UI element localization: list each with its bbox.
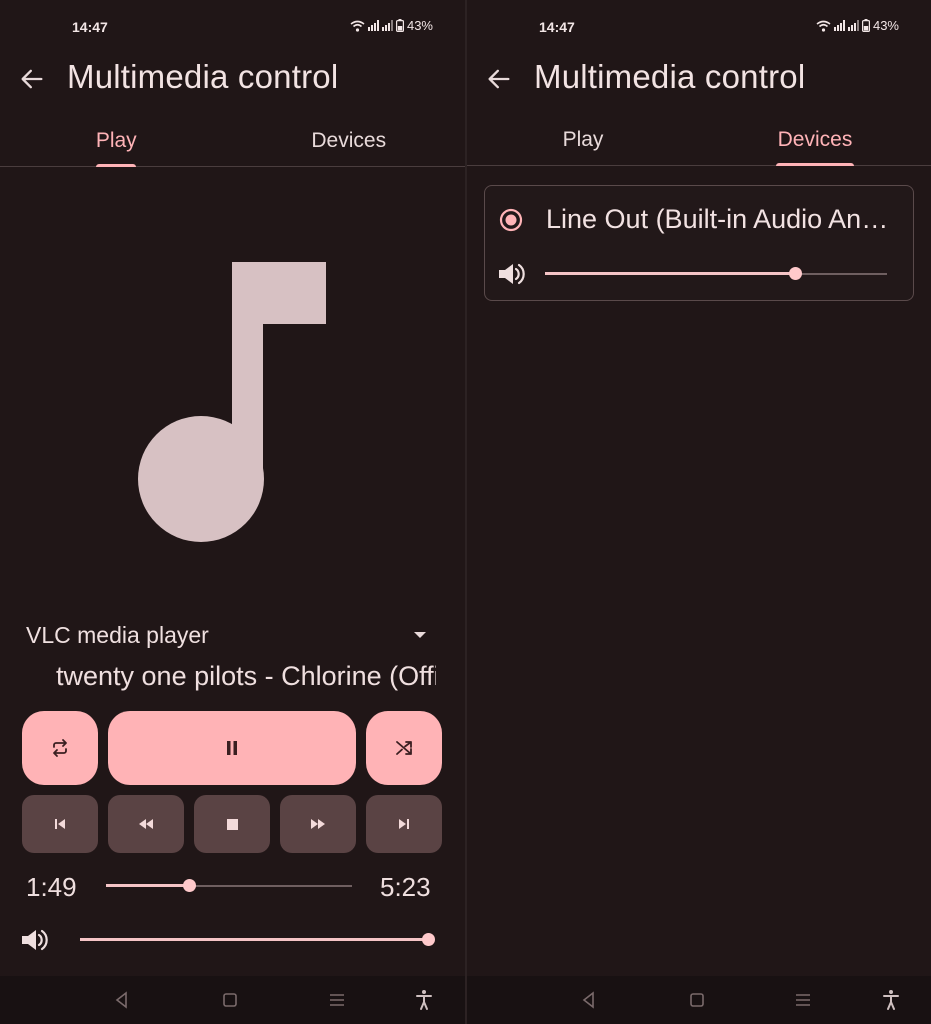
volume-icon[interactable] — [18, 924, 50, 956]
back-arrow-icon[interactable] — [485, 65, 513, 93]
page-title: Multimedia control — [534, 58, 806, 95]
tab-play[interactable]: Play — [467, 119, 699, 165]
status-bar: 14:47 43% — [467, 18, 931, 38]
battery-icon — [861, 19, 870, 32]
seek-slider[interactable] — [106, 876, 352, 896]
system-nav-bar — [0, 976, 465, 1024]
volume-thumb[interactable] — [422, 933, 435, 946]
nav-recents-icon[interactable] — [791, 988, 815, 1012]
nav-home-icon[interactable] — [685, 988, 709, 1012]
tab-indicator — [776, 163, 854, 166]
tab-devices-label: Devices — [311, 129, 387, 152]
status-time: 14:47 — [539, 19, 575, 35]
skip-previous-icon — [55, 819, 65, 829]
device-card: Line Out (Built-in Audio Analog Stereo) — [484, 185, 914, 301]
status-bar: 14:47 43% — [0, 18, 465, 38]
shuffle-icon — [396, 741, 412, 755]
elapsed-time: 1:49 — [26, 872, 77, 902]
signal-icon-2 — [847, 20, 859, 31]
seek-fill — [106, 884, 189, 887]
battery-percent: 43% — [872, 18, 899, 33]
accessibility-icon[interactable] — [412, 988, 436, 1012]
tab-bar: Play Devices — [467, 119, 931, 166]
page-title: Multimedia control — [67, 58, 339, 95]
tab-devices[interactable]: Devices — [233, 120, 466, 166]
dropdown-arrow-icon — [414, 632, 426, 638]
volume-fill — [80, 938, 428, 941]
duration-time: 5:23 — [380, 872, 431, 902]
back-arrow-icon[interactable] — [18, 65, 46, 93]
track-title: twenty one pilots - Chlorine (Official V… — [56, 661, 436, 691]
stop-button[interactable] — [194, 795, 270, 853]
devices-screen: 14:47 43% Multimedia control Play Device… — [467, 0, 931, 1024]
app-bar: Multimedia control — [467, 56, 931, 104]
player-dropdown[interactable]: VLC media player — [26, 618, 438, 654]
nav-back-icon[interactable] — [577, 988, 601, 1012]
skip-next-icon — [399, 819, 409, 829]
nav-back-icon[interactable] — [110, 988, 134, 1012]
wifi-icon — [816, 20, 831, 32]
tab-play-label: Play — [562, 128, 604, 151]
tab-devices[interactable]: Devices — [699, 119, 931, 166]
tab-indicator — [96, 164, 137, 167]
signal-icon — [833, 20, 845, 31]
tab-devices-label: Devices — [777, 128, 853, 151]
status-icons: 43% — [350, 18, 433, 33]
nav-recents-icon[interactable] — [325, 988, 349, 1012]
rewind-button[interactable] — [108, 795, 184, 853]
pause-button[interactable] — [108, 711, 356, 785]
shuffle-button[interactable] — [366, 711, 442, 785]
skip-next-button[interactable] — [366, 795, 442, 853]
rewind-icon — [139, 819, 153, 829]
fast-forward-icon — [311, 819, 325, 829]
device-radio-selected[interactable] — [499, 208, 523, 232]
repeat-icon — [53, 739, 67, 757]
status-time: 14:47 — [72, 19, 108, 35]
stop-icon — [226, 818, 238, 830]
accessibility-icon[interactable] — [879, 988, 903, 1012]
tab-bar: Play Devices — [0, 120, 465, 167]
signal-icon — [367, 20, 379, 31]
play-screen: 14:47 43% Multimedia control Play Device… — [0, 0, 465, 1024]
volume-slider[interactable] — [80, 930, 435, 950]
status-icons: 43% — [816, 18, 899, 33]
system-nav-bar — [467, 976, 931, 1024]
battery-percent: 43% — [406, 18, 433, 33]
wifi-icon — [350, 20, 365, 32]
app-bar: Multimedia control — [0, 56, 465, 104]
device-volume-slider[interactable] — [545, 264, 887, 284]
volume-icon[interactable] — [495, 258, 527, 290]
nav-home-icon[interactable] — [218, 988, 242, 1012]
device-name: Line Out (Built-in Audio Analog Stereo) — [546, 204, 902, 234]
skip-previous-button[interactable] — [22, 795, 98, 853]
pause-icon — [227, 741, 237, 755]
music-note-icon — [138, 262, 326, 542]
tab-play[interactable]: Play — [0, 120, 233, 167]
repeat-button[interactable] — [22, 711, 98, 785]
signal-icon-2 — [381, 20, 393, 31]
tab-play-label: Play — [95, 129, 137, 152]
device-volume-fill — [545, 272, 795, 275]
player-dropdown-value: VLC media player — [26, 622, 209, 648]
battery-icon — [395, 19, 404, 32]
fast-forward-button[interactable] — [280, 795, 356, 853]
seek-thumb[interactable] — [182, 879, 196, 892]
device-volume-thumb[interactable] — [788, 267, 802, 280]
